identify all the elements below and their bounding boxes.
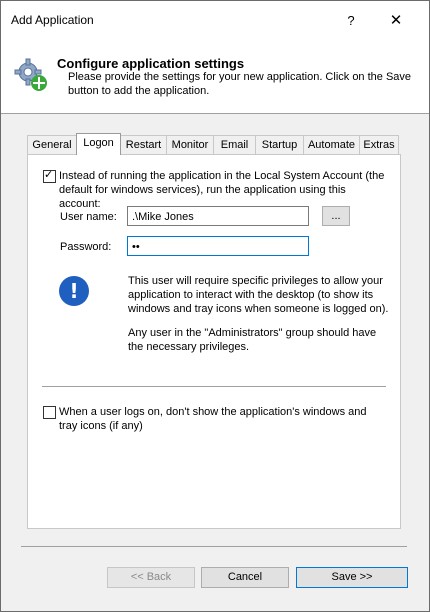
header-title: Configure application settings bbox=[57, 56, 245, 71]
close-button[interactable]: ✕ bbox=[373, 7, 419, 35]
checkmark-icon: ✓ bbox=[44, 169, 54, 181]
hide-windows-label: When a user logs on, don't show the appl… bbox=[59, 406, 367, 432]
password-input[interactable]: •• bbox=[127, 236, 309, 256]
title-bar[interactable]: Add Application ? ✕ bbox=[1, 1, 429, 41]
tab-general[interactable]: General bbox=[27, 135, 77, 154]
password-label: Password: bbox=[60, 241, 112, 253]
window-title: Add Application bbox=[11, 13, 94, 27]
tab-strip: General Logon Restart Monitor Email Star… bbox=[27, 133, 399, 155]
footer-divider bbox=[21, 546, 407, 547]
username-input[interactable]: .\Mike Jones bbox=[127, 206, 309, 226]
tab-email[interactable]: Email bbox=[213, 135, 256, 154]
cancel-button[interactable]: Cancel bbox=[201, 567, 289, 588]
password-mask: •• bbox=[132, 241, 140, 253]
hide-windows-checkbox[interactable] bbox=[43, 406, 56, 419]
header-description: Please provide the settings for your new… bbox=[68, 71, 412, 97]
logon-tab-panel: ✓ Instead of running the application in … bbox=[27, 154, 401, 529]
tab-logon[interactable]: Logon bbox=[76, 133, 121, 155]
dialog-header: Configure application settings Please pr… bbox=[1, 41, 429, 114]
run-as-account-label: Instead of running the application in th… bbox=[59, 170, 385, 210]
tab-extras[interactable]: Extras bbox=[359, 135, 399, 154]
tab-monitor[interactable]: Monitor bbox=[166, 135, 214, 154]
tab-startup[interactable]: Startup bbox=[255, 135, 304, 154]
run-as-account-checkbox[interactable]: ✓ bbox=[43, 169, 56, 183]
tab-restart[interactable]: Restart bbox=[120, 135, 167, 154]
back-button[interactable]: << Back bbox=[107, 567, 195, 588]
save-button[interactable]: Save >> bbox=[296, 567, 408, 588]
privileges-note: This user will require specific privileg… bbox=[128, 275, 389, 315]
browse-user-button[interactable]: ... bbox=[322, 206, 350, 226]
info-icon: ! bbox=[59, 276, 89, 306]
help-button[interactable]: ? bbox=[333, 7, 369, 35]
settings-gear-icon bbox=[14, 58, 47, 91]
administrators-note: Any user in the "Administrators" group s… bbox=[128, 327, 377, 353]
username-label: User name: bbox=[60, 211, 117, 223]
panel-divider bbox=[42, 386, 386, 387]
add-application-dialog: Add Application ? ✕ Configure applicatio… bbox=[0, 0, 430, 612]
tab-automate[interactable]: Automate bbox=[303, 135, 360, 154]
